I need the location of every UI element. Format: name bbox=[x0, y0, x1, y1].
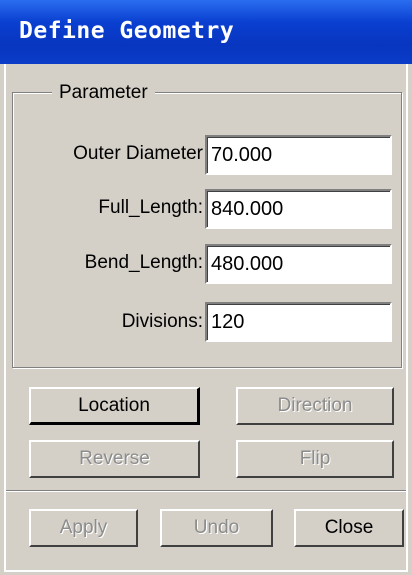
divisions-label: Divisions: bbox=[121, 311, 203, 332]
button-separator bbox=[6, 490, 406, 492]
full-length-label: Full_Length: bbox=[98, 197, 203, 218]
bend-length-input[interactable] bbox=[207, 246, 390, 282]
title-bar[interactable]: Define Geometry bbox=[0, 0, 412, 64]
divisions-field[interactable] bbox=[205, 302, 392, 342]
parameter-group-legend: Parameter bbox=[52, 82, 155, 104]
bend-length-field[interactable] bbox=[205, 244, 392, 284]
close-button[interactable]: Close bbox=[294, 509, 404, 547]
window-title: Define Geometry bbox=[19, 18, 235, 44]
undo-button[interactable]: Undo bbox=[160, 509, 273, 547]
outer-diameter-field[interactable] bbox=[205, 135, 392, 175]
outer-diameter-label: Outer Diameter bbox=[73, 143, 203, 164]
bend-length-label: Bend_Length: bbox=[84, 252, 203, 273]
full-length-field[interactable] bbox=[205, 189, 392, 229]
direction-button[interactable]: Direction bbox=[236, 387, 394, 425]
flip-button[interactable]: Flip bbox=[236, 440, 394, 478]
full-length-input[interactable] bbox=[207, 191, 390, 227]
apply-button[interactable]: Apply bbox=[29, 509, 138, 547]
define-geometry-dialog: Define Geometry Parameter Outer Diameter… bbox=[0, 0, 412, 575]
location-button[interactable]: Location bbox=[29, 387, 200, 425]
divisions-input[interactable] bbox=[207, 304, 390, 340]
reverse-button[interactable]: Reverse bbox=[29, 440, 200, 478]
outer-diameter-input[interactable] bbox=[207, 137, 390, 173]
